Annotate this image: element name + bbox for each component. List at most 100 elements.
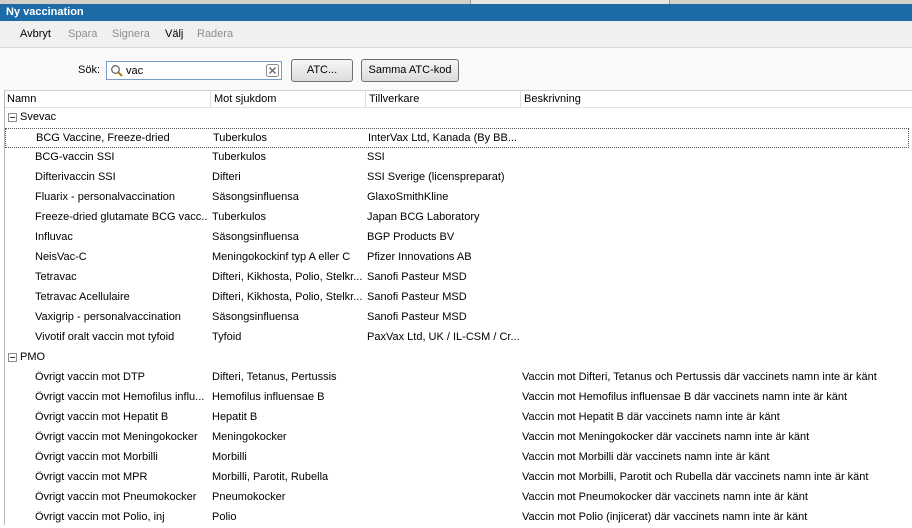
collapse-icon[interactable] [8,113,17,122]
cell-disease: Pneumokocker [212,491,286,503]
cell-name: Övrigt vaccin mot Polio, inj [35,511,165,523]
table-row[interactable]: Influvac Säsongsinfluensa BGP Products B… [5,228,909,248]
cell-name: Övrigt vaccin mot DTP [35,371,146,383]
table-row[interactable]: Övrigt vaccin mot DTP Difteri, Tetanus, … [5,368,909,388]
cell-manufacturer: Japan BCG Laboratory [367,211,480,223]
cancel-button[interactable]: Avbryt [20,27,51,41]
cell-description: Vaccin mot Hepatit B där vaccinets namn … [522,411,780,423]
cell-manufacturer: GlaxoSmithKline [367,191,449,203]
group-label: Svevac [20,111,57,123]
cell-description: Vaccin mot Hemofilus influensae B där va… [522,391,848,403]
table-row[interactable]: Övrigt vaccin mot Polio, inj Polio Vacci… [5,508,909,528]
grid-header: Namn Mot sjukdom Tillverkare Beskrivning [5,91,912,108]
cell-description: Vaccin mot Pneumokocker där vaccinets na… [522,491,808,503]
search-icon [111,65,123,77]
cell-name: Övrigt vaccin mot Pneumokocker [35,491,197,503]
table-row[interactable]: Övrigt vaccin mot MPR Morbilli, Parotit,… [5,468,909,488]
cell-disease: Difteri, Tetanus, Pertussis [212,371,337,383]
column-header-manufacturer[interactable]: Tillverkare [369,93,419,105]
cell-name: Övrigt vaccin mot Meningokocker [35,431,198,443]
cell-name: BCG-vaccin SSI [35,151,115,163]
table-row[interactable]: Vaxigrip - personalvaccination Säsongsin… [5,308,909,328]
cell-disease: Meningokockinf typ A eller C [212,251,351,263]
cell-disease: Polio [212,511,237,523]
cell-name: Övrigt vaccin mot Hemofilus influ... [35,391,205,403]
group-row-pmo[interactable]: PMO [5,348,909,368]
cell-manufacturer: SSI Sverige (licenspreparat) [367,171,505,183]
table-row[interactable]: Övrigt vaccin mot Hemofilus influ... Hem… [5,388,909,408]
sign-button[interactable]: Signera [112,27,150,41]
vaccine-grid: Namn Mot sjukdom Tillverkare Beskrivning… [4,90,912,525]
table-row[interactable]: Difterivaccin SSI Difteri SSI Sverige (l… [5,168,909,188]
cell-disease: Säsongsinfluensa [212,311,299,323]
cell-name: Fluarix - personalvaccination [35,191,176,203]
cell-description: Vaccin mot Polio (injicerat) där vaccine… [522,511,808,523]
cell-description: Vaccin mot Morbilli, Parotit och Rubella… [522,471,869,483]
table-row[interactable]: Vivotif oralt vaccin mot tyfoid Tyfoid P… [5,328,909,348]
search-input[interactable] [126,63,261,78]
cell-disease: Difteri [212,171,241,183]
column-header-disease[interactable]: Mot sjukdom [214,93,276,105]
cell-manufacturer: Sanofi Pasteur MSD [367,291,467,303]
cell-disease: Morbilli, Parotit, Rubella [212,471,329,483]
column-divider[interactable] [210,91,211,107]
table-row[interactable]: Övrigt vaccin mot Meningokocker Meningok… [5,428,909,448]
table-row[interactable]: Freeze-dried glutamate BCG vacc... Tuber… [5,208,909,228]
cell-disease: Hemofilus influensae B [212,391,325,403]
cell-name: Vivotif oralt vaccin mot tyfoid [35,331,175,343]
group-row-svevac[interactable]: Svevac [5,108,909,128]
cell-manufacturer: InterVax Ltd, Kanada (By BB... [368,132,517,144]
cell-manufacturer: Pfizer Innovations AB [367,251,472,263]
table-row[interactable]: Tetravac Difteri, Kikhosta, Polio, Stelk… [5,268,909,288]
column-divider[interactable] [365,91,366,107]
table-row[interactable]: NeisVac-C Meningokockinf typ A eller C P… [5,248,909,268]
delete-button[interactable]: Radera [197,27,233,41]
table-row[interactable]: BCG-vaccin SSI Tuberkulos SSI [5,148,909,168]
cell-disease: Tuberkulos [213,132,268,144]
cell-name: Övrigt vaccin mot Hepatit B [35,411,169,423]
same-atc-code-button[interactable]: Samma ATC-kod [361,59,459,82]
table-row[interactable]: Övrigt vaccin mot Morbilli Morbilli Vacc… [5,448,909,468]
column-header-description[interactable]: Beskrivning [524,93,581,105]
atc-button[interactable]: ATC... [291,59,353,82]
window-title: Ny vaccination [0,4,912,21]
select-button[interactable]: Välj [165,27,183,41]
table-row[interactable]: Övrigt vaccin mot Hepatit B Hepatit B Va… [5,408,909,428]
cell-manufacturer: Sanofi Pasteur MSD [367,271,467,283]
table-row[interactable]: Fluarix - personalvaccination Säsongsinf… [5,188,909,208]
column-divider[interactable] [520,91,521,107]
cell-manufacturer: BGP Products BV [367,231,455,243]
cell-disease: Hepatit B [212,411,258,423]
cell-manufacturer: Sanofi Pasteur MSD [367,311,467,323]
cell-name: Vaxigrip - personalvaccination [35,311,181,323]
cell-name: Tetravac [35,271,77,283]
search-field[interactable] [106,61,282,80]
cell-name: Tetravac Acellulaire [35,291,130,303]
table-row[interactable]: BCG Vaccine, Freeze-dried Tuberkulos Int… [5,128,909,148]
clear-icon[interactable] [266,64,279,77]
cell-description: Vaccin mot Morbilli där vaccinets namn i… [522,451,770,463]
cell-name: Övrigt vaccin mot MPR [35,471,148,483]
toolbar: Avbryt Spara Signera Välj Radera [0,21,912,48]
save-button[interactable]: Spara [68,27,97,41]
search-label: Sök: [78,64,101,76]
table-row[interactable]: Övrigt vaccin mot Pneumokocker Pneumokoc… [5,488,909,508]
collapse-icon[interactable] [8,353,17,362]
cell-name: Övrigt vaccin mot Morbilli [35,451,158,463]
cell-disease: Tuberkulos [212,151,267,163]
cell-name: BCG Vaccine, Freeze-dried [36,132,170,144]
cell-name: Freeze-dried glutamate BCG vacc... [35,211,207,223]
cell-disease: Morbilli [212,451,247,463]
column-header-name[interactable]: Namn [7,93,36,105]
cell-manufacturer: PaxVax Ltd, UK / IL-CSM / Cr... [367,331,519,343]
cell-name: NeisVac-C [35,251,87,263]
cell-description: Vaccin mot Meningokocker där vaccinets n… [522,431,810,443]
table-row[interactable]: Tetravac Acellulaire Difteri, Kikhosta, … [5,288,909,308]
cell-disease: Meningokocker [212,431,287,443]
cell-disease: Säsongsinfluensa [212,191,299,203]
cell-disease: Difteri, Kikhosta, Polio, Stelkr... [212,271,362,283]
cell-description: Vaccin mot Difteri, Tetanus och Pertussi… [522,371,877,383]
cell-manufacturer: SSI [367,151,385,163]
cell-name: Influvac [35,231,73,243]
cell-disease: Säsongsinfluensa [212,231,299,243]
